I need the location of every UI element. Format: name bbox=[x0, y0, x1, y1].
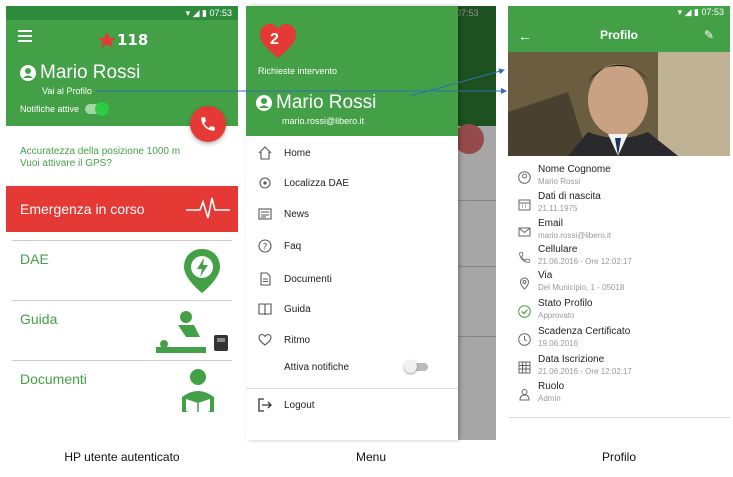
caption-menu: Menu bbox=[355, 450, 387, 464]
caption-home: HP utente autenticato bbox=[64, 450, 180, 464]
flow-arrows bbox=[96, 68, 507, 97]
arrow-drawer-user bbox=[409, 68, 505, 97]
caption-profile: Profilo bbox=[601, 450, 636, 464]
